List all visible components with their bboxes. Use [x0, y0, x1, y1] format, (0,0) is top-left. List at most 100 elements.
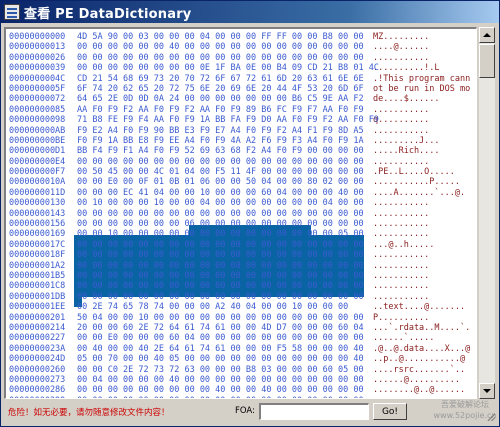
- hex-row-bytes[interactable]: CD 21 54 68 69 73 20 70 72 6F 67 72 61 6…: [77, 74, 373, 84]
- hex-row-bytes[interactable]: 00 00 E0 00 0F 01 0B 01 06 00 00 50 04 0…: [77, 177, 373, 187]
- hex-row[interactable]: 0000000010A 00 00 E0 00 0F 01 0B 01 06 00…: [9, 177, 469, 187]
- hex-row[interactable]: 000000000E4 00 00 00 00 00 00 00 00 00 00…: [9, 157, 469, 167]
- hex-row[interactable]: 000000001EE 00 2E 74 65 78 74 00 00 00 A2…: [9, 302, 469, 312]
- hex-row[interactable]: 0000000017C 00 00 00 00 00 00 00 00 00 00…: [9, 240, 469, 250]
- resize-grip-icon[interactable]: [485, 411, 495, 421]
- hex-row-bytes[interactable]: 50 04 00 00 10 00 00 00 00 00 00 00 00 0…: [77, 313, 373, 323]
- hex-row-ascii[interactable]: ..........!.L: [373, 63, 469, 73]
- hex-row-bytes[interactable]: 71 B8 FE F9 F4 AA F0 F9 1A BB FA F9 D0 A…: [77, 115, 379, 125]
- hex-row-bytes[interactable]: 00 00 00 00 00 00 00 00 00 00 00 00 00 0…: [77, 250, 373, 260]
- hex-row-bytes[interactable]: 05 00 70 00 00 40 05 00 00 00 00 00 00 0…: [77, 354, 373, 364]
- hex-row[interactable]: 00000000085 AA F0 F9 F2 AA F0 F9 F2 AA F0…: [9, 105, 469, 115]
- hex-row-ascii[interactable]: P..........: [373, 313, 469, 323]
- hex-row-bytes[interactable]: 6F 74 20 62 65 20 72 75 6E 20 69 6E 20 4…: [77, 84, 373, 94]
- hex-row-ascii[interactable]: ........@..@......: [373, 385, 469, 395]
- hex-row-ascii[interactable]: .PE..L....O.....: [373, 167, 469, 177]
- hex-row-ascii[interactable]: ...........: [373, 219, 469, 229]
- hex-row-ascii[interactable]: ...........: [373, 292, 469, 302]
- hex-row-bytes[interactable]: 00 00 00 00 00 00 00 00 00 00 00 00 00 0…: [77, 281, 373, 291]
- hex-row-bytes[interactable]: F0 F9 1A BB E8 F9 EE A4 F0 F9 4A A2 F6 F…: [77, 136, 373, 146]
- hex-row-bytes[interactable]: 00 00 00 00 00 00 00 00 00 00 00 00 00 0…: [77, 271, 373, 281]
- hex-row-bytes[interactable]: 00 00 00 00 00 00 00 00 00 00 00 00 00 0…: [77, 157, 373, 167]
- go-button[interactable]: Go!: [373, 403, 407, 420]
- hex-row-bytes[interactable]: 00 00 00 00 00 00 00 00 00 00 00 00 00 0…: [77, 396, 373, 398]
- hex-row[interactable]: 0000000011D 00 00 00 EC 41 04 00 00 10 00…: [9, 188, 469, 198]
- hex-row-bytes[interactable]: 20 00 00 60 2E 72 64 61 74 61 00 00 4D D…: [77, 323, 373, 333]
- hex-row[interactable]: 0000000023A 00 40 00 00 40 2E 64 61 74 61…: [9, 344, 470, 354]
- vertical-scrollbar[interactable]: [479, 27, 495, 399]
- hex-row[interactable]: 00000000156 00 00 00 00 00 00 00 06 00 00…: [9, 219, 469, 229]
- hex-row-ascii[interactable]: ...........: [373, 281, 469, 291]
- hex-row-bytes[interactable]: 00 00 00 00 00 00 00 00 00 40 00 00 40 0…: [77, 385, 373, 395]
- hex-row[interactable]: 00000000201 50 04 00 00 10 00 00 00 00 00…: [9, 313, 469, 323]
- hex-row-ascii[interactable]: ...@..h.....: [373, 240, 469, 250]
- hex-row-ascii[interactable]: q..........: [373, 115, 469, 125]
- hex-row[interactable]: 00000000000 4D 5A 90 00 03 00 00 00 04 00…: [9, 32, 469, 42]
- hex-row[interactable]: 0000000004C CD 21 54 68 69 73 20 70 72 6F…: [9, 74, 470, 84]
- hex-row[interactable]: 0000000024D 05 00 70 00 00 40 05 00 00 00…: [9, 354, 469, 364]
- hex-row-ascii[interactable]: ....rsrc.......`..: [373, 365, 469, 375]
- hex-row-bytes[interactable]: 00 00 00 00 00 00 40 00 00 00 00 00 00 0…: [77, 42, 373, 52]
- hex-row-bytes[interactable]: 00 00 00 00 00 00 00 00 00 00 00 00 00 0…: [77, 240, 373, 250]
- hex-row[interactable]: 0000000005F 6F 74 20 62 65 20 72 75 6E 20…: [9, 84, 470, 94]
- hex-row[interactable]: 00000000098 71 B8 FE F9 F4 AA F0 F9 1A BB…: [9, 115, 469, 125]
- hex-row[interactable]: 00000000039 00 00 00 00 00 00 00 00 0E 1F…: [9, 63, 469, 73]
- hex-row-ascii[interactable]: .....Rich....: [373, 146, 469, 156]
- hex-row-bytes[interactable]: 00 00 10 00 00 00 00 00 00 00 00 00 00 0…: [77, 229, 373, 239]
- hex-row[interactable]: 0000000018F 00 00 00 00 00 00 00 00 00 00…: [9, 250, 469, 260]
- hex-row-bytes[interactable]: 00 00 00 00 00 00 00 00 00 00 00 00 00 0…: [77, 209, 373, 219]
- hex-row[interactable]: 00000000026 00 00 00 00 00 00 00 00 00 00…: [9, 53, 469, 63]
- hex-row-bytes[interactable]: 00 04 00 00 00 00 40 00 00 00 00 00 00 0…: [77, 375, 373, 385]
- hex-row-bytes[interactable]: 00 2E 74 65 78 74 00 00 00 A2 40 04 00 0…: [77, 302, 373, 312]
- hex-row-ascii[interactable]: ..text....@.......: [373, 302, 469, 312]
- hex-row-ascii[interactable]: ...........: [373, 53, 469, 63]
- hex-row-bytes[interactable]: F9 E2 A4 F0 F9 90 BB E3 F9 E7 A4 F0 F9 F…: [77, 126, 373, 136]
- hex-row-ascii[interactable]: ...........: [373, 126, 469, 136]
- hex-row[interactable]: 000000000F7 00 50 45 00 00 4C 01 04 00 F5…: [9, 167, 469, 177]
- hex-row-ascii[interactable]: ....@......: [373, 42, 469, 52]
- hex-row-ascii[interactable]: ...........: [373, 261, 469, 271]
- hex-row[interactable]: 00000000273 00 04 00 00 00 00 40 00 00 00…: [9, 375, 469, 385]
- hex-row-ascii[interactable]: ...........: [373, 198, 469, 208]
- hex-row[interactable]: 000000001DB 00 00 00 00 00 00 00 00 00 00…: [9, 292, 469, 302]
- hex-row[interactable]: 000000000BE F0 F9 1A BB E8 F9 EE A4 F0 F9…: [9, 136, 469, 146]
- hex-row[interactable]: 00000000130 00 10 00 00 00 10 00 00 04 00…: [9, 198, 469, 208]
- hex-row-ascii[interactable]: de....$......: [373, 94, 469, 104]
- hex-view[interactable]: 00000000000 4D 5A 90 00 03 00 00 00 04 00…: [4, 27, 477, 399]
- hex-row[interactable]: 00000000072 64 65 2E 0D 0D 0A 24 00 00 00…: [9, 94, 469, 104]
- hex-row-ascii[interactable]: ...........: [373, 229, 469, 239]
- hex-row-ascii[interactable]: ...........: [373, 250, 469, 260]
- hex-row-ascii[interactable]: .!This program cann: [373, 74, 470, 84]
- hex-row-ascii[interactable]: ......@..........: [373, 375, 469, 385]
- hex-row[interactable]: 00000000227 00 00 E0 00 00 00 60 04 00 00…: [9, 333, 469, 343]
- hex-row-ascii[interactable]: ..p..@...........@: [373, 354, 469, 364]
- hex-row-ascii[interactable]: ...........P.....: [373, 177, 469, 187]
- hex-row-bytes[interactable]: 00 00 00 00 00 00 00 00 00 00 00 00 00 0…: [77, 292, 373, 302]
- hex-row-bytes[interactable]: 00 00 E0 00 00 00 60 04 00 00 00 00 00 0…: [77, 333, 373, 343]
- hex-row-bytes[interactable]: 00 40 00 00 40 2E 64 61 74 61 00 00 00 F…: [77, 344, 373, 354]
- hex-row[interactable]: 000000001A2 00 00 00 00 00 00 00 00 00 00…: [9, 261, 469, 271]
- hex-row-bytes[interactable]: 00 10 00 00 00 10 00 00 04 00 00 00 00 0…: [77, 198, 373, 208]
- hex-row-bytes[interactable]: 64 65 2E 0D 0D 0A 24 00 00 00 00 00 00 0…: [77, 94, 373, 104]
- title-bar[interactable]: 查看 PE DataDictionary: [1, 1, 499, 23]
- hex-row[interactable]: 00000000214 20 00 00 60 2E 72 64 61 74 61…: [9, 323, 470, 333]
- hex-row-bytes[interactable]: 00 00 00 EC 41 04 00 00 10 00 00 00 60 0…: [77, 188, 373, 198]
- hex-row-bytes[interactable]: AA F0 F9 F2 AA F0 F9 F2 AA F0 F9 89 B6 F…: [77, 105, 373, 115]
- scroll-up-button[interactable]: [479, 27, 495, 43]
- hex-row-ascii[interactable]: .........J...: [373, 136, 469, 146]
- hex-row-ascii[interactable]: ot be run in DOS mo: [373, 84, 470, 94]
- hex-row-bytes[interactable]: 4D 5A 90 00 03 00 00 00 04 00 00 00 FF F…: [77, 32, 373, 42]
- hex-row[interactable]: 0000000029900 00 00 00 00 00 00 00 00 00…: [9, 396, 469, 398]
- hex-grid[interactable]: 00000000000 4D 5A 90 00 03 00 00 00 04 00…: [9, 32, 470, 398]
- hex-row-ascii[interactable]: ...........: [373, 209, 469, 219]
- hex-row[interactable]: 000000001B5 00 00 00 00 00 00 00 00 00 00…: [9, 271, 469, 281]
- hex-row-ascii[interactable]: MZ.........: [373, 32, 469, 42]
- hex-row[interactable]: 00000000286 00 00 00 00 00 00 00 00 00 40…: [9, 385, 469, 395]
- hex-row[interactable]: 000000001C8 00 00 00 00 00 00 00 00 00 00…: [9, 281, 469, 291]
- hex-row-bytes[interactable]: BB F4 F9 F1 A4 F0 F9 52 69 63 68 F2 A4 F…: [77, 146, 373, 156]
- hex-row-ascii[interactable]: ...`.rdata..M....`.: [373, 323, 470, 333]
- hex-row[interactable]: 000000000AB F9 E2 A4 F0 F9 90 BB E3 F9 E7…: [9, 126, 469, 136]
- hex-row[interactable]: 00000000143 00 00 00 00 00 00 00 00 00 00…: [9, 209, 469, 219]
- hex-row-bytes[interactable]: 00 00 C0 2E 72 73 72 63 00 00 00 B8 03 0…: [77, 365, 373, 375]
- scroll-thumb[interactable]: [479, 44, 495, 78]
